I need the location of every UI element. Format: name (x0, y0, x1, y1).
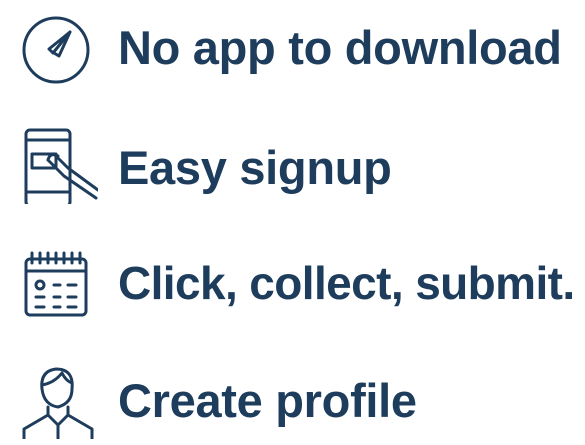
feature-label: No app to download (118, 21, 562, 74)
feature-label: Create profile (118, 374, 417, 427)
feature-label: Easy signup (118, 141, 392, 194)
feature-label: Click, collect, submit. (118, 257, 575, 309)
user-profile-icon (18, 359, 98, 439)
compass-icon (18, 6, 98, 86)
feature-item-no-app: No app to download (0, 2, 585, 92)
calendar-icon (18, 243, 98, 323)
feature-list: No app to download Easy signup Click, co… (0, 0, 585, 439)
feature-item-easy-signup: Easy signup (0, 122, 585, 212)
phone-tap-icon (18, 124, 98, 204)
feature-item-click-collect: Click, collect, submit. (0, 237, 585, 327)
